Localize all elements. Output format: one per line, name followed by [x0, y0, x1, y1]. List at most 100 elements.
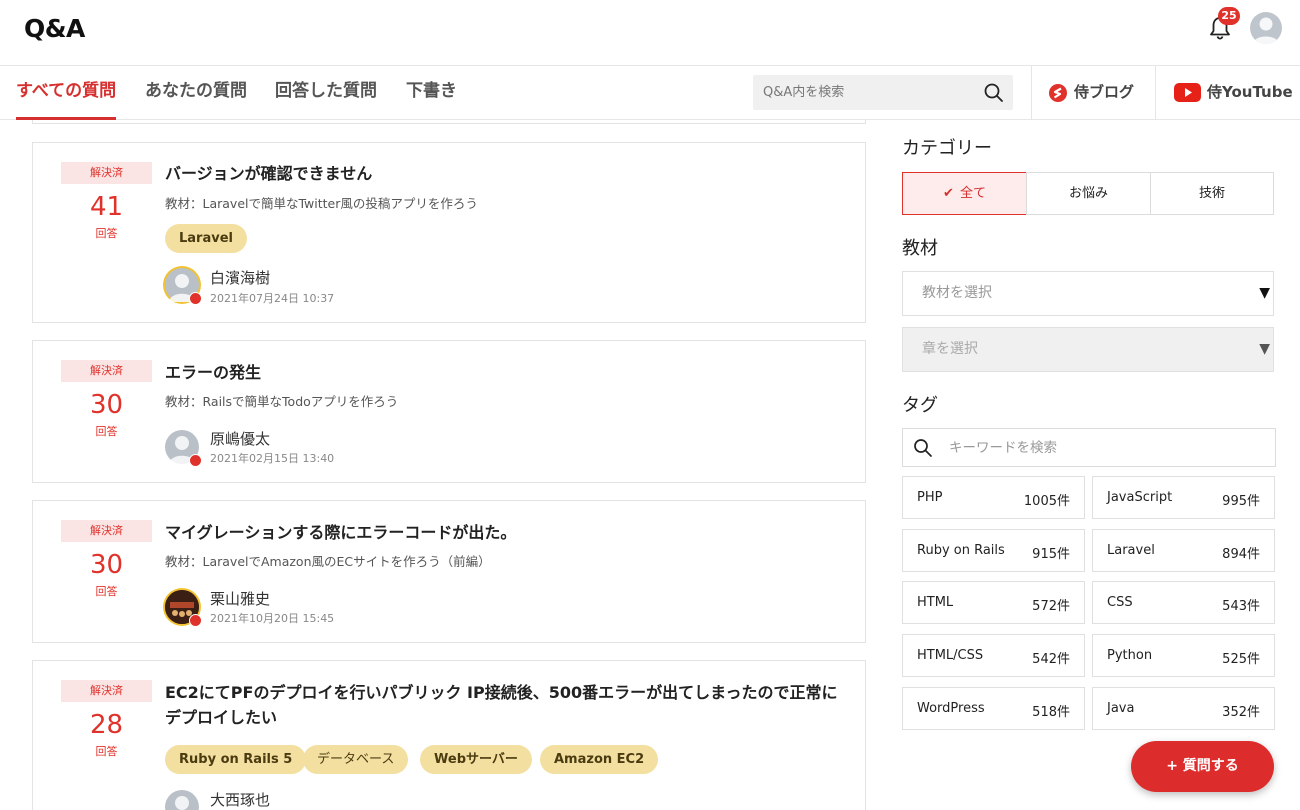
- samurai-logo-icon: [1049, 83, 1067, 102]
- author-name[interactable]: 原嶋優太: [210, 428, 270, 449]
- nav-divider: [1031, 66, 1032, 120]
- tag-count: 518件: [1032, 705, 1070, 720]
- tab-answered-questions[interactable]: 回答した質問: [275, 66, 377, 120]
- tag-cell[interactable]: HTML/CSS 542件: [902, 634, 1085, 677]
- chapter-select[interactable]: 章を選択 ▼: [902, 327, 1274, 372]
- material-heading: 教材: [902, 238, 938, 259]
- answer-label: 回答: [95, 585, 118, 598]
- answer-count: 28: [89, 710, 124, 740]
- question-card[interactable]: 解決済 28 回答 EC2にてPFのデプロイを行いパブリック IP接続後、500…: [32, 660, 866, 810]
- tag-cell[interactable]: Python 525件: [1092, 634, 1275, 677]
- tag-name: Java: [1107, 701, 1135, 716]
- youtube-icon: [1174, 83, 1201, 102]
- tag-cell[interactable]: Ruby on Rails 915件: [902, 529, 1085, 572]
- tag-cell[interactable]: Laravel 894件: [1092, 529, 1275, 572]
- tab-your-questions[interactable]: あなたの質問: [145, 66, 247, 120]
- qa-search-input[interactable]: [753, 75, 973, 110]
- youtube-link[interactable]: 侍YouTube: [1174, 66, 1293, 120]
- question-card[interactable]: 解決済 41 回答 バージョンが確認できません 教材：Laravelで簡単なTw…: [32, 142, 866, 323]
- tag-name: Ruby on Rails: [917, 543, 1005, 558]
- material-select-label: 教材を選択: [922, 285, 992, 301]
- author-avatar[interactable]: [165, 590, 202, 627]
- question-tag[interactable]: Ruby on Rails 5: [165, 745, 307, 774]
- samurai-badge-icon: [189, 454, 202, 467]
- youtube-link-label: 侍YouTube: [1207, 83, 1293, 101]
- status-badge: 解決済: [61, 520, 152, 542]
- tag-count: 525件: [1222, 652, 1260, 667]
- answer-label: 回答: [95, 227, 118, 240]
- ask-question-button[interactable]: + 質問する: [1131, 741, 1274, 792]
- tag-heading: タグ: [902, 395, 938, 416]
- samurai-badge-icon: [189, 292, 202, 305]
- tag-name: CSS: [1107, 595, 1133, 610]
- tag-count: 894件: [1222, 547, 1260, 562]
- tag-count: 543件: [1222, 599, 1260, 614]
- material-select[interactable]: 教材を選択 ▼: [902, 271, 1274, 316]
- question-tag[interactable]: データベース: [303, 745, 409, 774]
- status-badge: 解決済: [61, 680, 152, 702]
- tag-cell[interactable]: PHP 1005件: [902, 476, 1085, 519]
- question-card[interactable]: 解決済 30 回答 マイグレーションする際にエラーコードが出た。 教材：Lara…: [32, 500, 866, 643]
- qa-search: [753, 75, 1013, 110]
- tag-cell[interactable]: WordPress 518件: [902, 687, 1085, 730]
- nav-divider: [1155, 66, 1156, 120]
- app-logo[interactable]: Q&A: [24, 14, 85, 43]
- answer-count: 30: [89, 550, 124, 580]
- blog-link-label: 侍ブログ: [1074, 83, 1135, 101]
- tag-name: Python: [1107, 648, 1153, 663]
- tag-name: WordPress: [917, 701, 985, 716]
- tag-name: HTML/CSS: [917, 648, 984, 663]
- user-silhouette-icon: [1253, 17, 1279, 44]
- user-avatar[interactable]: [1250, 12, 1282, 44]
- top-header: Q&A 25: [0, 0, 1300, 66]
- status-badge: 解決済: [61, 162, 152, 184]
- chapter-select-label: 章を選択: [922, 341, 978, 357]
- post-date: 2021年02月15日 13:40: [210, 452, 335, 465]
- tag-cell[interactable]: CSS 543件: [1092, 581, 1275, 624]
- check-icon: ✔: [943, 186, 954, 201]
- author-avatar[interactable]: [165, 790, 199, 810]
- tab-drafts[interactable]: 下書き: [406, 66, 457, 120]
- tag-name: HTML: [917, 595, 954, 610]
- question-material: 教材：Railsで簡単なTodoアプリを作ろう: [165, 394, 399, 409]
- author-avatar[interactable]: [165, 430, 202, 467]
- question-title[interactable]: バージョンが確認できません: [165, 161, 845, 186]
- author-name[interactable]: 白濱海樹: [210, 267, 270, 288]
- tab-all-questions[interactable]: すべての質問: [16, 66, 117, 120]
- author-name[interactable]: 大西琢也: [210, 789, 270, 810]
- category-worries-button[interactable]: お悩み: [1026, 172, 1151, 215]
- category-heading: カテゴリー: [902, 138, 992, 159]
- post-date: 2021年10月20日 15:45: [210, 612, 335, 625]
- answer-label: 回答: [95, 425, 118, 438]
- author-name[interactable]: 栗山雅史: [210, 588, 270, 609]
- tag-cell[interactable]: JavaScript 995件: [1092, 476, 1275, 519]
- category-all-button[interactable]: ✔ 全て: [902, 172, 1027, 215]
- tag-search: [902, 428, 1276, 467]
- notification-badge: 25: [1218, 7, 1240, 25]
- dropdown-arrow-icon: ▼: [1259, 285, 1270, 301]
- question-tag[interactable]: Laravel: [165, 224, 247, 253]
- user-silhouette-icon: [175, 796, 189, 810]
- tag-count: 915件: [1032, 547, 1070, 562]
- search-icon: [914, 439, 932, 457]
- question-title[interactable]: マイグレーションする際にエラーコードが出た。: [165, 520, 845, 545]
- tag-count: 995件: [1222, 494, 1260, 509]
- question-tag[interactable]: Webサーバー: [420, 745, 532, 774]
- category-tech-button[interactable]: 技術: [1150, 172, 1274, 215]
- answer-label: 回答: [95, 745, 118, 758]
- category-all-label: 全て: [959, 186, 986, 201]
- tag-search-input[interactable]: [939, 429, 1259, 466]
- tag-cell[interactable]: Java 352件: [1092, 687, 1275, 730]
- question-tag[interactable]: Amazon EC2: [540, 745, 659, 774]
- nav-bar: すべての質問 あなたの質問 回答した質問 下書き 侍ブログ 侍YouTube: [0, 66, 1300, 120]
- author-avatar[interactable]: [165, 268, 202, 305]
- question-material: 教材：Laravelで簡単なTwitter風の投稿アプリを作ろう: [165, 196, 478, 211]
- question-title[interactable]: エラーの発生: [165, 360, 845, 385]
- tag-count: 572件: [1032, 599, 1070, 614]
- samurai-badge-icon: [189, 614, 202, 627]
- question-card[interactable]: 解決済 30 回答 エラーの発生 教材：Railsで簡単なTodoアプリを作ろう…: [32, 340, 866, 483]
- tag-cell[interactable]: HTML 572件: [902, 581, 1085, 624]
- question-title[interactable]: EC2にてPFのデプロイを行いパブリック IP接続後、500番エラーが出てしまっ…: [165, 680, 845, 730]
- search-icon[interactable]: [983, 82, 1005, 104]
- blog-link[interactable]: 侍ブログ: [1048, 66, 1134, 120]
